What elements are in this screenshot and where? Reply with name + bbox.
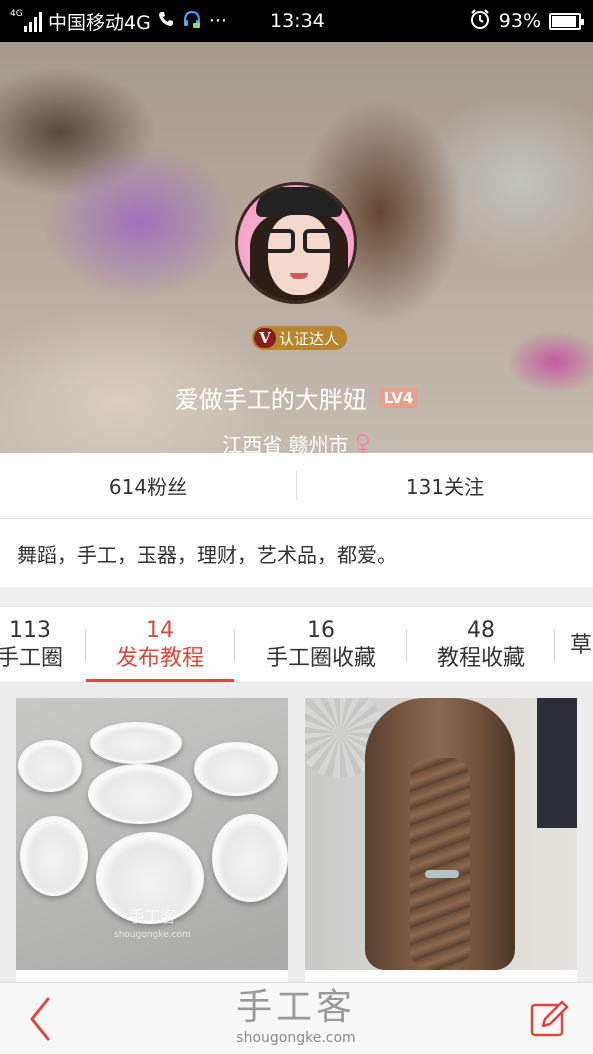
tab-circle-favorites[interactable]: 16 手工圈收藏: [236, 607, 406, 684]
content-tabs: 113 手工圈 14 发布教程 16 手工圈收藏 48 教程收藏 草: [0, 606, 593, 683]
bottom-bar: 手工客 shougongke.com: [0, 982, 593, 1054]
profile-screen: 4G 中国移动4G ··· 13:34 93% V 认证达人 爱做手工的大胖妞 …: [0, 0, 593, 1054]
follow-stats: 614粉丝 131关注: [0, 453, 593, 519]
edit-profile-button[interactable]: [525, 995, 573, 1043]
location: 江西省 赣州市: [222, 433, 349, 453]
chevron-left-icon: [30, 997, 50, 1041]
phone-call-icon: [157, 10, 175, 33]
tab-label: 教程收藏: [436, 645, 525, 671]
following-count-button[interactable]: 131关注: [297, 453, 593, 518]
thumbnail-watermark: 手工客 shougongke.com: [114, 907, 191, 941]
tutorial-card[interactable]: 手工客 shougongke.com: [16, 698, 288, 988]
tutorial-grid: 手工客 shougongke.com: [0, 684, 593, 988]
tab-count: 113: [9, 617, 51, 643]
tab-tutorial-favorites[interactable]: 48 教程收藏: [408, 607, 554, 684]
tutorial-thumbnail-bowls: 手工客 shougongke.com: [16, 698, 288, 970]
tab-count: 14: [146, 617, 174, 643]
fans-count-button[interactable]: 614粉丝: [0, 453, 296, 518]
status-bar: 4G 中国移动4G ··· 13:34 93%: [0, 0, 593, 42]
female-icon: ♀: [354, 431, 371, 453]
logo-text-cn: 手工客: [235, 987, 356, 1028]
carrier-name: 中国移动4G: [48, 11, 151, 34]
tab-count: 48: [467, 617, 495, 643]
back-button[interactable]: [16, 993, 64, 1045]
verified-badge: V 认证达人: [252, 326, 348, 350]
level-badge: LV4: [378, 387, 419, 408]
network-type-label: 4G: [10, 9, 23, 19]
username-row: 爱做手工的大胖妞 LV4: [0, 380, 593, 415]
tab-label: 草: [570, 632, 593, 658]
tutorial-card[interactable]: [305, 698, 577, 988]
tab-divider: [554, 629, 555, 661]
bio-text: 舞蹈，手工，玉器，理财，艺术品，都爱。: [0, 519, 593, 587]
tab-count: 16: [307, 617, 335, 643]
profile-header: V 认证达人 爱做手工的大胖妞 LV4 江西省 赣州市 ♀: [0, 42, 593, 453]
logo-text-en: shougongke.com: [236, 1030, 356, 1046]
status-right: 93%: [469, 0, 584, 42]
headset-icon: [181, 8, 203, 35]
status-left: 4G 中国移动4G ···: [10, 0, 227, 42]
signal-icon: 4G: [10, 9, 42, 32]
username: 爱做手工的大胖妞: [174, 386, 367, 414]
tab-label: 手工圈: [0, 645, 63, 671]
tab-divider: [406, 629, 407, 661]
tab-label: 手工圈收藏: [265, 645, 376, 671]
alarm-icon: [469, 8, 491, 35]
verified-v-icon: V: [254, 328, 276, 348]
verified-label: 认证达人: [279, 329, 340, 348]
tab-label: 发布教程: [115, 645, 204, 671]
avatar[interactable]: [235, 182, 357, 304]
tab-drafts[interactable]: 草: [570, 607, 593, 684]
battery-icon: [549, 12, 584, 30]
clock: 13:34: [270, 10, 325, 32]
tutorial-thumbnail-braid: [305, 698, 577, 970]
location-row: 江西省 赣州市 ♀: [0, 429, 593, 453]
tab-published-tutorials[interactable]: 14 发布教程: [86, 607, 234, 684]
tab-handcraft-circle[interactable]: 113 手工圈: [0, 607, 78, 684]
brand-logo: 手工客 shougongke.com: [221, 987, 371, 1047]
battery-percent: 93%: [498, 10, 541, 32]
more-dots: ···: [208, 10, 227, 32]
tab-divider: [234, 629, 235, 661]
edit-icon: [530, 1000, 569, 1037]
